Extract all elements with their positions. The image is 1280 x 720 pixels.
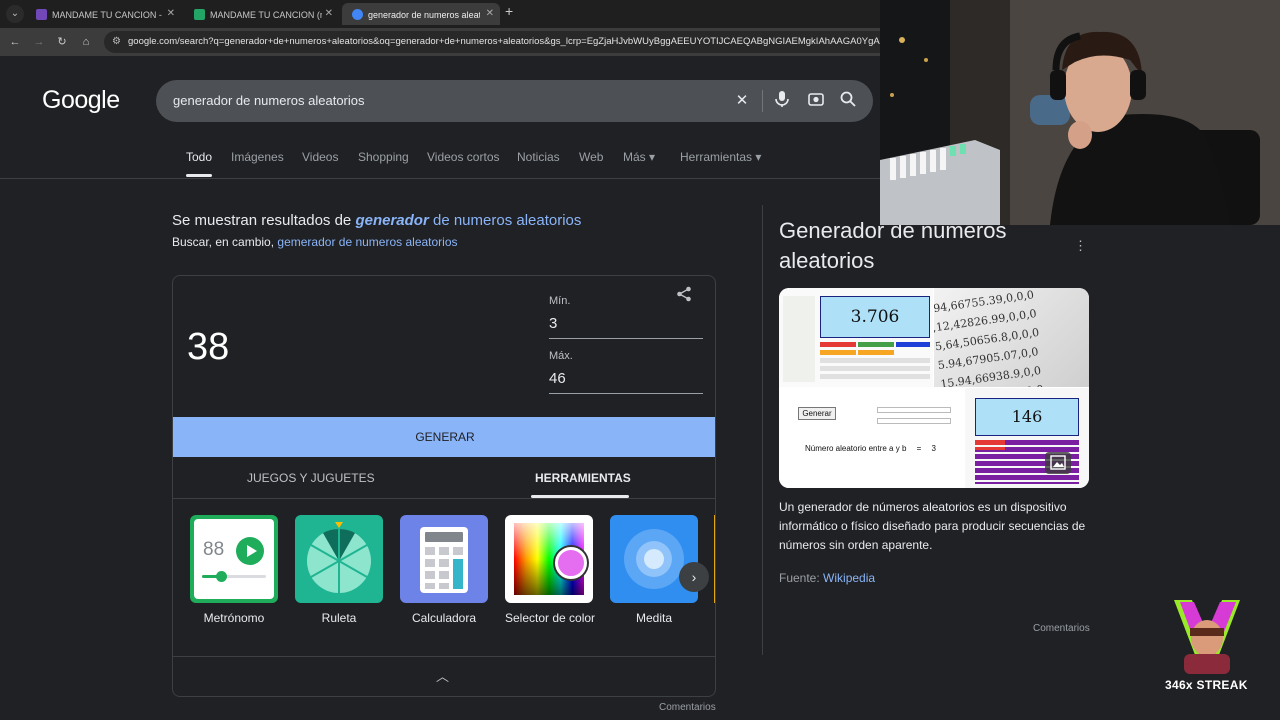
spelling-notice: Se muestran resultados de generador de n… [172, 212, 582, 229]
tool-metronome[interactable]: 88 Metrónomo [190, 515, 278, 625]
caret-down-icon: ▾ [755, 150, 762, 164]
search-tabs: Todo Imágenes Videos Shopping Videos cor… [0, 150, 880, 178]
lens-camera-icon[interactable] [806, 91, 826, 111]
home-icon[interactable]: ⌂ [77, 33, 95, 51]
search-box[interactable]: generador de numeros aleatorios ✕ [156, 80, 873, 122]
card-bottom-divider [173, 656, 715, 657]
tab-imagenes[interactable]: Imágenes [231, 150, 284, 164]
microphone-icon[interactable] [772, 91, 792, 111]
search-divider [762, 90, 763, 112]
active-tab-indicator [186, 174, 212, 177]
image-number-form: Generar Número aleatorio entre a y b = 3 [779, 388, 964, 488]
tab-web[interactable]: Web [579, 150, 603, 164]
panel-title: Generador de numeros aleatorios [779, 218, 1007, 273]
min-input[interactable]: 3 [549, 311, 703, 339]
forward-arrow-icon[interactable]: → [30, 33, 48, 51]
tab-mas[interactable]: Más ▾ [623, 150, 655, 164]
search-icon[interactable] [838, 91, 858, 111]
image-number-sheet: ,94,66755.39,0,0,0,12,42826.99,0,0,0 5,64… [934, 288, 1089, 387]
tab-herramientas[interactable]: Herramientas ▾ [680, 150, 761, 164]
tab-noticias[interactable]: Noticias [517, 150, 560, 164]
streak-label: 346x STREAK [1165, 678, 1248, 692]
roulette-wheel-icon [295, 515, 383, 603]
streak-badge-icon [1170, 598, 1244, 676]
reload-icon[interactable]: ↻ [53, 33, 71, 51]
google-favicon-icon [352, 9, 363, 21]
forms-favicon-icon [36, 9, 47, 21]
tab-videos-cortos[interactable]: Videos cortos [427, 150, 500, 164]
image-rng-app-2: 146 [965, 388, 1089, 488]
generate-button[interactable]: GENERAR [173, 417, 715, 457]
tool-color-picker[interactable]: Selector de color [505, 515, 595, 625]
tab-herramientas-card[interactable]: HERRAMIENTAS [535, 471, 631, 485]
search-instead-link[interactable]: gemerador de numeros aleatorios [277, 235, 457, 249]
metronome-icon: 88 [190, 515, 278, 603]
wikipedia-link[interactable]: Wikipedia [823, 571, 875, 585]
streamer-video-icon [880, 0, 1280, 225]
color-picker-icon [505, 515, 593, 603]
close-tab-icon[interactable]: ✕ [167, 3, 175, 25]
tab-shopping[interactable]: Shopping [358, 150, 409, 164]
caret-down-icon: ▾ [649, 150, 656, 164]
close-tab-icon[interactable]: ✕ [486, 3, 494, 25]
browser-tab-sheets[interactable]: MANDAME TU CANCION (respuestas) ✕ [184, 3, 339, 25]
search-input[interactable]: generador de numeros aleatorios [173, 93, 365, 108]
tab-todo[interactable]: Todo [186, 150, 212, 164]
max-label: Máx. [549, 350, 573, 362]
tab-juegos-juguetes[interactable]: JUEGOS Y JUGUETES [247, 471, 375, 485]
random-result: 38 [187, 326, 230, 368]
sheets-favicon-icon [194, 9, 205, 21]
tab-search-icon[interactable]: ⌄ [6, 5, 24, 23]
corrected-query-bold[interactable]: generador [355, 212, 428, 229]
url-text: google.com/search?q=generador+de+numeros… [128, 36, 907, 47]
tool-roulette[interactable]: Ruleta [295, 515, 383, 625]
random-number-card: 38 Mín. 3 Máx. 46 GENERAR JUEGOS Y JUGUE… [172, 275, 716, 697]
calculator-icon [400, 515, 488, 603]
next-tool-peek [714, 515, 715, 603]
panel-feedback-link[interactable]: Comentarios [1033, 623, 1090, 634]
image-gallery-icon [1045, 452, 1071, 474]
new-tab-icon[interactable]: + [505, 3, 513, 19]
panel-description: Un generador de números aleatorios es un… [779, 500, 1086, 552]
image-rng-app: 3.706 [779, 288, 933, 387]
google-logo[interactable]: Google [42, 86, 120, 115]
browser-tab-search[interactable]: generador de numeros aleatorios - Buscar… [342, 3, 500, 25]
max-input[interactable]: 46 [549, 366, 703, 394]
share-icon[interactable] [676, 286, 692, 307]
feedback-link[interactable]: Comentarios [659, 702, 716, 713]
site-info-icon[interactable]: ⚙ [112, 31, 121, 53]
chevron-right-icon[interactable]: › [679, 562, 709, 592]
tool-calculator[interactable]: Calculadora [400, 515, 488, 625]
meditate-icon [610, 515, 698, 603]
back-arrow-icon[interactable]: ← [6, 33, 24, 51]
more-options-icon[interactable]: ⋮ [1074, 238, 1087, 254]
search-instead: Buscar, en cambio, gemerador de numeros … [172, 235, 458, 249]
webcam-overlay [880, 0, 1280, 225]
min-label: Mín. [549, 295, 571, 307]
chevron-up-icon[interactable]: ︿ [436, 666, 449, 685]
panel-image-collage[interactable]: 3.706 ,94,66755.39,0,0,0,12,42826.99,0,0… [779, 288, 1089, 488]
close-tab-icon[interactable]: ✕ [325, 3, 333, 25]
header-divider [0, 178, 880, 179]
corrected-query-link[interactable]: de numeros aleatorios [433, 212, 581, 229]
tab-videos[interactable]: Videos [302, 150, 338, 164]
card-tabs-divider [173, 498, 715, 499]
clear-icon[interactable]: ✕ [732, 91, 752, 111]
browser-tab-forms[interactable]: MANDAME TU CANCION - Formularios de Goog… [26, 3, 181, 25]
panel-divider [762, 205, 763, 655]
panel-source: Fuente: Wikipedia [779, 571, 876, 585]
